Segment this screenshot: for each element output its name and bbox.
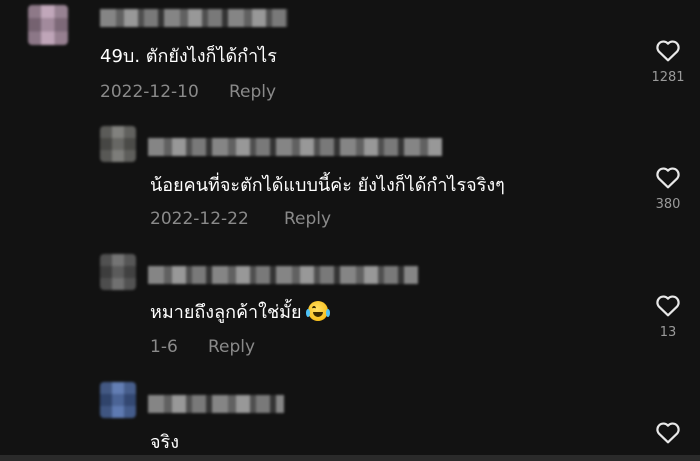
comment-date: 2022-12-10 bbox=[100, 82, 199, 102]
comment-text: น้อยคนที่จะตักได้แบบนี้ค่ะ ยังไงก็ได้กำไ… bbox=[150, 175, 505, 196]
like-count: 380 bbox=[655, 197, 681, 212]
bottom-divider bbox=[0, 455, 700, 461]
like-button[interactable]: 380 bbox=[648, 165, 688, 212]
comment-date: 2022-12-22 bbox=[150, 209, 249, 229]
like-button[interactable]: 13 bbox=[648, 293, 688, 340]
username-blurred[interactable] bbox=[148, 395, 284, 413]
username-blurred[interactable] bbox=[100, 9, 288, 27]
like-count: 1281 bbox=[651, 70, 685, 85]
username-blurred[interactable] bbox=[148, 138, 442, 156]
comment-date: 1-6 bbox=[150, 337, 178, 357]
like-button[interactable]: 1281 bbox=[648, 38, 688, 85]
avatar[interactable] bbox=[100, 126, 136, 162]
heart-outline-icon bbox=[648, 38, 688, 62]
like-button[interactable] bbox=[648, 420, 688, 444]
comment-text: 49บ. ตักยังไงก็ได้กำไร bbox=[100, 46, 277, 67]
reply-button[interactable]: Reply bbox=[208, 337, 255, 357]
heart-outline-icon bbox=[648, 293, 688, 317]
reply-button[interactable]: Reply bbox=[284, 209, 331, 229]
reply-button[interactable]: Reply bbox=[229, 82, 276, 102]
username-blurred[interactable] bbox=[148, 266, 418, 284]
face-with-tears-of-joy-icon bbox=[305, 301, 330, 321]
comment-text: จริง bbox=[150, 432, 180, 453]
avatar[interactable] bbox=[28, 5, 68, 45]
heart-outline-icon bbox=[648, 165, 688, 189]
comment-text-body: หมายถึงลูกค้าใช่มั้ย bbox=[150, 302, 302, 323]
avatar[interactable] bbox=[100, 254, 136, 290]
like-count: 13 bbox=[659, 325, 677, 340]
comment-text: หมายถึงลูกค้าใช่มั้ย bbox=[150, 297, 330, 326]
heart-outline-icon bbox=[648, 420, 688, 444]
avatar[interactable] bbox=[100, 382, 136, 418]
